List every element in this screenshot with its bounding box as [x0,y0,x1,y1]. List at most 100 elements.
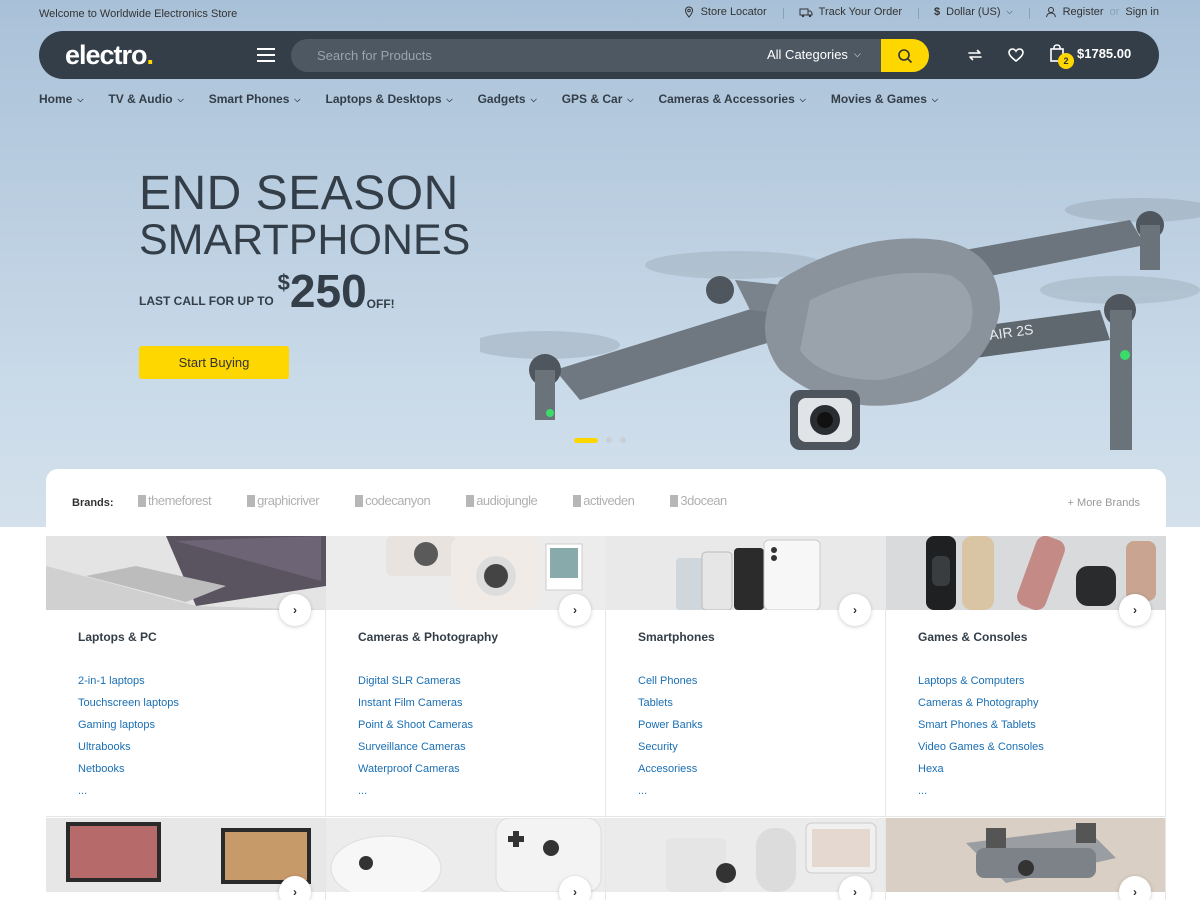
search-input[interactable] [291,39,741,72]
chevron-down-icon: ⌵ [77,95,84,104]
category-link[interactable]: ... [358,780,473,802]
nav-item-gps-car[interactable]: GPS & Car ⌵ [562,92,634,106]
category-grid-row-2: › › › › [46,818,1166,900]
site-logo[interactable]: electro. [65,40,154,71]
nav-item-movies-games[interactable]: Movies & Games ⌵ [831,92,938,106]
nav-item-tv-audio[interactable]: TV & Audio ⌵ [108,92,183,106]
category-arrow-button[interactable]: › [839,594,871,626]
slide-dot-3[interactable] [620,437,626,443]
category-link[interactable]: Surveillance Cameras [358,736,473,758]
brand-logo[interactable]: activeden [573,493,635,508]
price-currency: $ [277,270,290,295]
slide-dot-1[interactable] [574,437,598,443]
brand-logo[interactable]: graphicriver [247,493,320,508]
start-buying-button[interactable]: Start Buying [139,346,289,379]
last-call-text: LAST CALL FOR UP TO [139,294,274,308]
category-link[interactable]: Security [638,736,703,758]
search-button[interactable] [881,39,929,72]
brand-logo[interactable]: 3docean [670,493,727,508]
category-link[interactable]: Cameras & Photography [918,692,1044,714]
chevron-down-icon: ⌵ [627,95,634,104]
category-card: › [46,818,326,900]
nav-item-laptops-desktops[interactable]: Laptops & Desktops ⌵ [326,92,453,106]
category-title: Cameras & Photography [358,630,499,644]
nav-item-label: Smart Phones [208,92,290,106]
register-link[interactable]: Register [1063,6,1104,18]
chevron-down-icon: ⌵ [294,95,301,104]
category-title: Smartphones [638,630,715,644]
category-link[interactable]: Point & Shoot Cameras [358,714,473,736]
category-links: Cell Phones Tablets Power Banks Security… [638,670,703,802]
category-link[interactable]: ... [638,780,703,802]
track-order-label: Track Your Order [818,6,902,18]
main-header: electro. All Categories ⌵ 2 $1785.00 [39,31,1159,79]
menu-icon[interactable] [257,48,275,62]
brand-logo[interactable]: audiojungle [466,493,538,508]
slide-dot-2[interactable] [606,437,612,443]
cart-button[interactable]: 2 $1785.00 [1049,44,1131,69]
chevron-down-icon: ⌵ [177,95,184,104]
category-arrow-button[interactable]: › [1119,876,1151,900]
nav-item-label: Gadgets [477,92,526,106]
category-link[interactable]: Digital SLR Cameras [358,670,473,692]
category-link[interactable]: Waterproof Cameras [358,758,473,780]
category-card: › Games & Consoles Laptops & Computers C… [886,536,1166,817]
brands-label: Brands: [72,497,114,509]
nav-item-gadgets[interactable]: Gadgets ⌵ [478,92,537,106]
category-link[interactable]: Hexa [918,758,1044,780]
more-brands-link[interactable]: + More Brands [1068,497,1140,509]
hero-offer: LAST CALL FOR UP TO $ 250 OFF! [139,268,395,314]
category-link[interactable]: ... [78,780,179,802]
track-order-link[interactable]: Track Your Order [782,6,918,19]
nav-item-label: Laptops & Desktops [325,92,442,106]
category-link[interactable]: Accesoriess [638,758,703,780]
category-link[interactable]: Tablets [638,692,703,714]
search-bar: All Categories ⌵ [291,39,929,72]
category-link[interactable]: Netbooks [78,758,179,780]
category-card: › Smartphones Cell Phones Tablets Power … [606,536,886,817]
category-link[interactable]: Laptops & Computers [918,670,1044,692]
category-select[interactable]: All Categories ⌵ [767,47,861,62]
category-card: › Cameras & Photography Digital SLR Came… [326,536,606,817]
price-amount: 250 [289,265,367,317]
sign-in-link[interactable]: Sign in [1125,6,1159,18]
category-arrow-button[interactable]: › [839,876,871,900]
chevron-down-icon: ⌵ [931,95,938,104]
search-icon [898,48,913,63]
brand-logo[interactable]: codecanyon [355,493,431,508]
nav-item-smart-phones[interactable]: Smart Phones ⌵ [209,92,301,106]
hero-subtitle: SMARTPHONES [139,216,471,264]
category-card: › [326,818,606,900]
nav-item-cameras-accessories[interactable]: Cameras & Accessories ⌵ [658,92,805,106]
category-link[interactable]: Cell Phones [638,670,703,692]
category-link[interactable]: Touchscreen laptops [78,692,179,714]
heart-icon[interactable] [1007,46,1025,64]
category-links: Laptops & Computers Cameras & Photograph… [918,670,1044,802]
currency-dropdown[interactable]: $ Dollar (US) ⌵ [918,6,1029,19]
brand-logo[interactable]: themeforest [138,493,212,508]
slider-dots [574,437,626,443]
drone-image: AIR 2S [480,198,1200,450]
category-link[interactable]: Power Banks [638,714,703,736]
category-arrow-button[interactable]: › [279,876,311,900]
category-arrow-button[interactable]: › [559,876,591,900]
store-locator-link[interactable]: Store Locator [667,6,783,18]
category-link[interactable]: Ultrabooks [78,736,179,758]
category-arrow-button[interactable]: › [279,594,311,626]
welcome-text: Welcome to Worldwide Electronics Store [39,8,238,20]
category-link[interactable]: Gaming laptops [78,714,179,736]
category-link[interactable]: Video Games & Consoles [918,736,1044,758]
category-card: › [606,818,886,900]
category-link[interactable]: 2-in-1 laptops [78,670,179,692]
category-link[interactable]: Smart Phones & Tablets [918,714,1044,736]
nav-item-label: TV & Audio [108,92,173,106]
nav-item-home[interactable]: Home ⌵ [39,92,83,106]
compare-icon[interactable] [966,46,984,64]
chevron-down-icon: ⌵ [530,95,537,104]
category-link[interactable]: Instant Film Cameras [358,692,473,714]
logo-text: electro [65,40,148,70]
category-links: Digital SLR Cameras Instant Film Cameras… [358,670,473,802]
category-arrow-button[interactable]: › [559,594,591,626]
category-arrow-button[interactable]: › [1119,594,1151,626]
category-link[interactable]: ... [918,780,1044,802]
